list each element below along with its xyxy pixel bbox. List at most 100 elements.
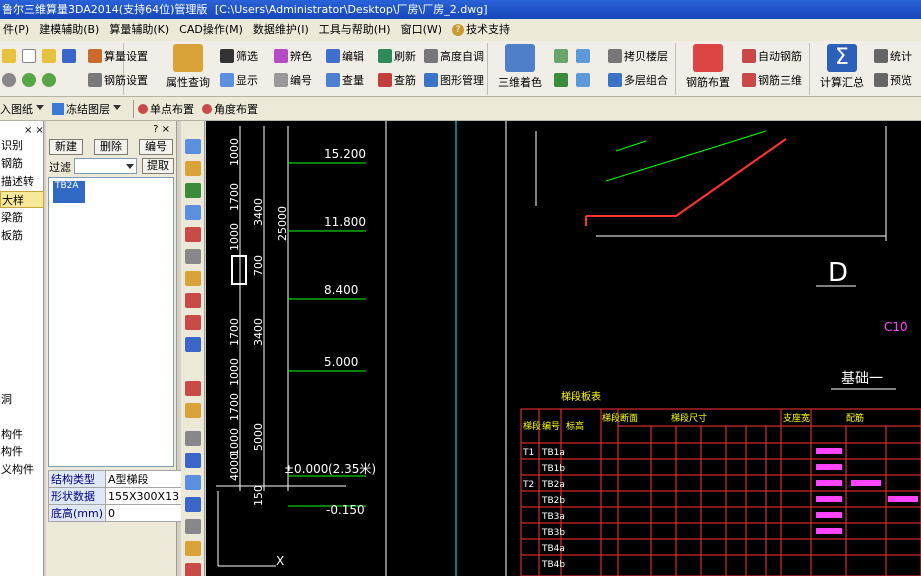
panel-help-close-icon[interactable]: ? × <box>153 124 170 135</box>
menu-tools-help[interactable]: 工具与帮助(H) <box>316 19 398 41</box>
cad-drawing-canvas[interactable]: 15.200 11.800 8.400 5.000 ±0.000 (2.35米)… <box>206 121 921 576</box>
open-button[interactable] <box>40 46 60 66</box>
refresh-button[interactable]: 刷新 <box>376 46 418 66</box>
tool-icon-12[interactable] <box>185 403 201 418</box>
multi-floor-button[interactable]: 多层组合 <box>606 70 670 90</box>
menu-tech-support[interactable]: ? 技术支持 <box>449 19 517 41</box>
extract-button[interactable]: 提取 <box>142 158 174 174</box>
attr-query-icon <box>173 44 203 72</box>
nav-item-component-1[interactable]: 构件 <box>0 426 44 443</box>
elev-label: 15.200 <box>324 147 366 161</box>
redo-button[interactable] <box>40 70 60 90</box>
erase-icon[interactable] <box>185 541 201 556</box>
rebar-settings-icon <box>88 73 102 87</box>
nav-item-identify[interactable]: 识别 <box>0 137 44 154</box>
menu-window[interactable]: 窗口(W) <box>398 19 449 41</box>
tool-icon-11[interactable] <box>185 381 201 396</box>
angle-icon <box>202 103 212 114</box>
import-drawing-dropdown[interactable]: 入图纸 <box>0 101 44 117</box>
menu-file[interactable]: 件(P) <box>0 19 36 41</box>
copy-floor-button[interactable]: 拷贝楼层 <box>606 46 670 66</box>
nav-item-describe[interactable]: 描述转 <box>0 173 44 190</box>
prop-value-shape-data[interactable]: 155X300X13 <box>105 487 183 505</box>
undo-button[interactable] <box>20 70 40 90</box>
prop-value-structure-type[interactable]: A型梯段 <box>105 470 183 488</box>
shape-tool-4-button[interactable] <box>574 70 594 90</box>
statistics-button[interactable]: 统计 <box>872 46 914 66</box>
tool-icon-2[interactable] <box>185 161 201 176</box>
settings-small-button[interactable] <box>0 70 20 90</box>
3d-shading-button[interactable]: 三维着色 <box>490 42 550 92</box>
tool-icon-6[interactable] <box>185 249 201 264</box>
tool-icon-9[interactable] <box>185 315 201 330</box>
nav-item-component-2[interactable]: 构件 <box>0 443 44 460</box>
save-button[interactable] <box>60 46 80 66</box>
mirror-icon[interactable] <box>185 475 201 490</box>
tool-icon-4[interactable] <box>185 205 201 220</box>
angle-layout-button[interactable]: 角度布置 <box>202 101 258 117</box>
check-rebar-button[interactable]: 查筋 <box>376 70 418 90</box>
filter-button[interactable]: 筛选 <box>218 46 260 66</box>
nav-item-detail[interactable]: 大样 <box>0 191 44 208</box>
display-button[interactable]: 显示 <box>218 70 260 90</box>
shape-tool-2-button[interactable] <box>574 46 594 66</box>
delete-button[interactable]: 删除 <box>94 139 128 155</box>
rotate-tool-icon[interactable] <box>185 497 201 512</box>
menu-data-maint[interactable]: 数据维护(I) <box>250 19 316 41</box>
edit-button[interactable]: 编辑 <box>324 46 366 66</box>
menu-modeling-aid[interactable]: 建模辅助(B) <box>36 19 106 41</box>
menu-cad-ops[interactable]: CAD操作(M) <box>176 19 250 41</box>
copy-floor-icon <box>608 49 622 63</box>
calc-settings-button[interactable]: 算量设置 <box>86 46 150 66</box>
color-identify-button[interactable]: 辨色 <box>272 46 314 66</box>
dim-text: 1000 <box>228 223 241 251</box>
multi-floor-icon <box>608 73 622 87</box>
concrete-label: C10 <box>884 320 908 334</box>
rebar-settings-button[interactable]: 钢筋设置 <box>86 70 150 90</box>
tool-icon-7[interactable] <box>185 271 201 286</box>
shape-tool-3-button[interactable] <box>552 70 572 90</box>
number-panel-button[interactable]: 编号 <box>139 139 173 155</box>
nav-item-hole[interactable]: 洞 <box>0 391 44 408</box>
check-quantity-button[interactable]: 查量 <box>324 70 366 90</box>
table-header: 梯段断面 <box>602 412 638 424</box>
prop-value-bottom-height[interactable]: 0 <box>105 504 183 522</box>
calc-summary-button[interactable]: Σ 计算汇总 <box>812 42 872 92</box>
rebar-layout-button[interactable]: 钢筋布置 <box>678 42 738 92</box>
close-icon[interactable]: × × <box>24 125 44 136</box>
filter-select[interactable] <box>74 158 137 174</box>
shape-tool-1-button[interactable] <box>552 46 572 66</box>
new-file-button[interactable] <box>20 46 40 66</box>
tool-icon-5[interactable] <box>185 227 201 242</box>
tool-icon-1[interactable] <box>185 139 201 154</box>
ribbon-group-view: 筛选 辨色 编辑 刷新 高度自调 显示 编号 查量 查筋 图形管理 <box>216 43 488 95</box>
auto-rebar-button[interactable]: 自动钢筋 <box>740 46 804 66</box>
tool-icon-13[interactable] <box>185 431 201 446</box>
number-button[interactable]: 编号 <box>272 70 314 90</box>
graphic-manage-button[interactable]: 图形管理 <box>422 70 486 90</box>
move-icon[interactable] <box>185 453 201 468</box>
tool-icon-3[interactable] <box>185 183 201 198</box>
table-header: 编号 <box>542 420 560 432</box>
auto-height-button[interactable]: 高度自调 <box>422 46 486 66</box>
list-item[interactable]: TB2A <box>53 181 85 203</box>
rebar-3d-button[interactable]: 钢筋三维 <box>740 70 804 90</box>
single-point-layout-button[interactable]: 单点布置 <box>138 101 194 117</box>
component-list[interactable]: TB2A <box>48 177 174 467</box>
open-file-button[interactable] <box>0 46 20 66</box>
text-tool-icon[interactable] <box>185 563 201 576</box>
freeze-layer-dropdown[interactable]: 冻结图层 <box>52 101 121 117</box>
tool-icon-10[interactable] <box>185 337 201 352</box>
nav-item-slab-rebar[interactable]: 板筋 <box>0 227 44 244</box>
angle-layout-label: 角度布置 <box>214 102 258 116</box>
nav-item-rebar[interactable]: 钢筋 <box>0 155 44 172</box>
scale-icon[interactable] <box>185 519 201 534</box>
preview-button[interactable]: 预览 <box>872 70 914 90</box>
new-button[interactable]: 新建 <box>49 139 83 155</box>
attr-query-button[interactable]: 属性查询 <box>158 42 218 92</box>
nav-item-beam-rebar[interactable]: 梁筋 <box>0 209 44 226</box>
menu-calc-aid[interactable]: 算量辅助(K) <box>106 19 176 41</box>
property-table: 结构类型 A型梯段 形状数据 155X300X13 底高(mm) 0 <box>47 470 183 522</box>
nav-item-custom-component[interactable]: 义构件 <box>0 461 44 478</box>
tool-icon-8[interactable] <box>185 293 201 308</box>
